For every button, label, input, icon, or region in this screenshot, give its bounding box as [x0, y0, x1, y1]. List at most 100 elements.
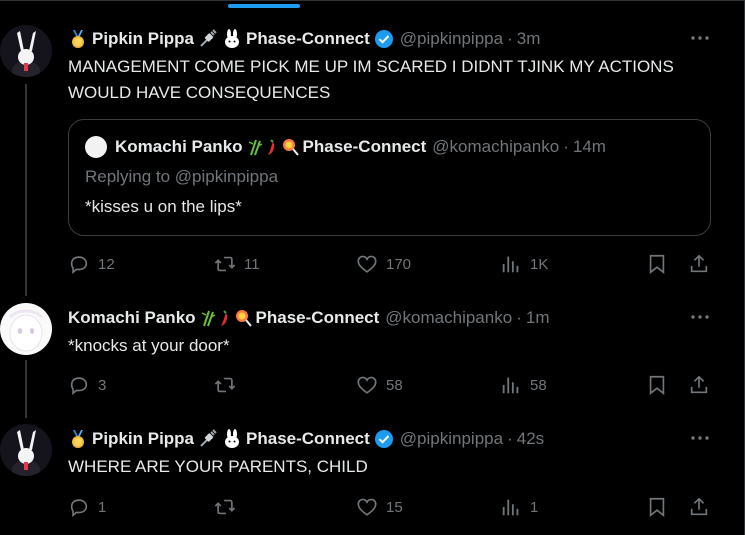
repost-icon [214, 253, 236, 275]
bamboo-icon [200, 309, 218, 327]
medal-icon [68, 29, 88, 49]
share-button[interactable] [688, 494, 710, 520]
more-icon[interactable] [690, 307, 710, 327]
lollipop-icon [281, 138, 299, 156]
more-icon[interactable] [690, 428, 710, 448]
tweet-header: Pipkin Pippa Phase-Connect @pipkinpippa … [68, 428, 544, 450]
reply-button[interactable]: 3 [68, 372, 106, 398]
author-handle[interactable]: @pipkinpippa [400, 29, 503, 49]
reply-count: 3 [98, 376, 107, 394]
share-button[interactable] [688, 251, 710, 277]
thread-line [25, 360, 27, 418]
avatar[interactable] [0, 303, 52, 355]
tweet-header: Pipkin Pippa Phase-Connect @pipkinpippa … [68, 28, 540, 50]
views-icon [500, 374, 522, 396]
rabbit-icon [222, 29, 242, 49]
bookmark-button[interactable] [646, 251, 668, 277]
tweet-header: Komachi Panko Phase-Connect @komachipank… [68, 307, 549, 329]
medal-icon [68, 429, 88, 449]
affiliation-name[interactable]: Phase-Connect [256, 308, 380, 328]
views-button[interactable]: 58 [500, 372, 547, 398]
bookmark-icon [646, 496, 668, 518]
quote-tweet[interactable]: Komachi Panko Phase-Connect @komachipank… [68, 119, 711, 236]
share-icon [688, 374, 710, 396]
avatar[interactable] [0, 424, 52, 476]
tweet-text: WHERE ARE YOUR PARENTS, CHILD [68, 457, 368, 476]
repost-button[interactable] [214, 372, 244, 398]
quote-handle: @komachipanko [432, 137, 560, 156]
reply-icon [68, 496, 90, 518]
separator: · [516, 308, 522, 327]
bookmark-icon [646, 253, 668, 275]
view-count: 58 [530, 376, 547, 394]
quote-header: Komachi Panko Phase-Connect @komachipank… [85, 136, 606, 158]
quote-author-name: Komachi Panko [115, 137, 243, 156]
repost-icon [214, 496, 236, 518]
views-button[interactable]: 1 [500, 494, 538, 520]
more-icon[interactable] [690, 28, 710, 48]
separator: · [563, 137, 569, 156]
timestamp[interactable]: 1m [526, 308, 550, 328]
author-name[interactable]: Komachi Panko [68, 308, 196, 328]
rabbit-icon [222, 429, 242, 449]
reply-count: 12 [98, 255, 115, 273]
tweet-actions: 12 11 170 1K [68, 251, 718, 277]
reply-icon [68, 374, 90, 396]
share-icon [688, 496, 710, 518]
views-icon [500, 253, 522, 275]
repost-button[interactable]: 11 [214, 251, 260, 277]
author-name[interactable]: Pipkin Pippa [92, 429, 194, 449]
tweet-text: *knocks at your door* [68, 336, 230, 355]
plug-icon [198, 29, 218, 49]
lollipop-icon [234, 309, 252, 327]
avatar[interactable] [0, 25, 52, 77]
quote-avatar [85, 136, 107, 158]
affiliation-name[interactable]: Phase-Connect [246, 429, 370, 449]
quote-affiliation: Phase-Connect [302, 137, 427, 156]
author-name[interactable]: Pipkin Pippa [92, 29, 194, 49]
repost-count: 11 [244, 255, 260, 273]
reply-button[interactable]: 1 [68, 494, 106, 520]
repost-button[interactable] [214, 494, 244, 520]
share-button[interactable] [688, 372, 710, 398]
reply-button[interactable]: 12 [68, 251, 115, 277]
like-button[interactable]: 58 [356, 372, 403, 398]
verified-icon [374, 29, 394, 49]
reply-count: 1 [98, 498, 107, 516]
timestamp[interactable]: 42s [517, 429, 544, 449]
like-button[interactable]: 15 [356, 494, 403, 520]
like-icon [356, 374, 378, 396]
timestamp[interactable]: 3m [517, 29, 541, 49]
bookmark-button[interactable] [646, 494, 668, 520]
tweet-actions: 3 58 58 [68, 372, 718, 398]
chili-icon [218, 309, 230, 327]
repost-icon [214, 374, 236, 396]
views-icon [500, 496, 522, 518]
share-icon [688, 253, 710, 275]
chili-icon [265, 138, 277, 156]
plug-icon [198, 429, 218, 449]
bookmark-button[interactable] [646, 372, 668, 398]
replying-to: Replying to @pipkinpippa [85, 167, 279, 186]
bookmark-icon [646, 374, 668, 396]
separator: · [507, 429, 513, 448]
like-count: 15 [386, 498, 403, 516]
like-count: 170 [386, 255, 412, 273]
view-count: 1 [530, 498, 539, 516]
bamboo-icon [247, 138, 265, 156]
author-handle[interactable]: @komachipanko [385, 308, 512, 328]
top-divider [0, 0, 745, 1]
tweet-text: MANAGEMENT COME PICK ME UP IM SCARED I D… [68, 57, 674, 102]
quote-text: *kisses u on the lips* [85, 197, 242, 216]
author-handle[interactable]: @pipkinpippa [400, 429, 503, 449]
like-count: 58 [386, 376, 403, 394]
views-button[interactable]: 1K [500, 251, 548, 277]
active-tab-indicator [228, 4, 300, 8]
verified-icon [374, 429, 394, 449]
affiliation-name[interactable]: Phase-Connect [246, 29, 370, 49]
separator: · [507, 29, 513, 48]
like-button[interactable]: 170 [356, 251, 411, 277]
like-icon [356, 253, 378, 275]
view-count: 1K [530, 255, 549, 273]
reply-icon [68, 253, 90, 275]
